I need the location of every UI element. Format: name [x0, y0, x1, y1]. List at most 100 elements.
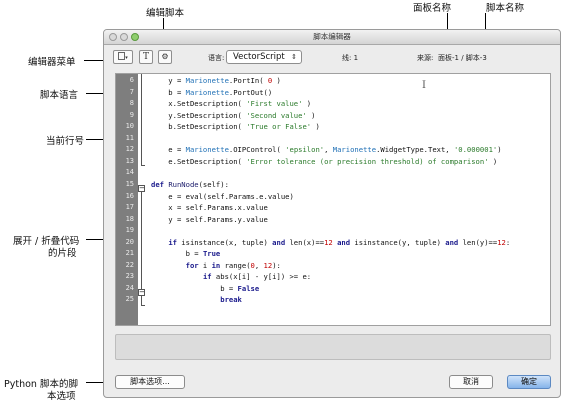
line-number: 10: [125, 122, 134, 131]
language-label: 语言:: [208, 54, 225, 62]
code-token: 12: [263, 260, 273, 270]
fold-line: [141, 192, 142, 290]
code-token: RunNode: [168, 179, 199, 189]
updown-arrows-icon: ⇕: [291, 53, 297, 61]
code-token: and: [337, 237, 351, 247]
line-number: 12: [125, 145, 134, 154]
callout-python-2: 本选项: [47, 391, 76, 402]
script-options-button[interactable]: 脚本选项...: [115, 375, 185, 389]
code-token: for: [185, 260, 199, 270]
code-token: ): [488, 156, 498, 166]
line-number: 9: [129, 110, 134, 119]
callout-script-language: 脚本语言: [40, 90, 79, 101]
code-token: ):: [272, 260, 281, 270]
code-token: .OIPControl(: [228, 145, 286, 155]
code-line[interactable]: for i in range(0, 12):: [151, 260, 281, 272]
code-token: Marionette: [185, 76, 229, 85]
code-token: ): [497, 145, 502, 155]
code-token: abs(x[i] - y[i]) >= e:: [211, 272, 312, 282]
code-token: 'epsilon': [285, 145, 325, 155]
line-number: 15: [125, 179, 134, 188]
code-token: y =: [151, 76, 186, 85]
code-token: '0.000001': [453, 145, 498, 155]
cancel-button[interactable]: 取消: [449, 375, 493, 389]
fold-toggle-icon[interactable]: −: [138, 185, 145, 192]
python-options-area: [115, 334, 551, 360]
fold-end-marker: [141, 165, 145, 166]
code-line[interactable]: y = self.Params.y.value: [151, 214, 268, 226]
code-line[interactable]: break: [151, 294, 242, 306]
code-line[interactable]: e = eval(self.Params.e.value): [151, 191, 294, 203]
code-token: 12: [324, 237, 333, 247]
title-bar[interactable]: 脚本编辑器: [104, 30, 560, 45]
line-number: 11: [125, 133, 134, 142]
code-token: x.SetDescription(: [151, 99, 247, 109]
code-token: ): [272, 76, 281, 85]
code-token: ,: [254, 260, 264, 270]
dropdown-arrow-icon: ▾: [125, 55, 128, 61]
code-token: 'First value': [246, 99, 303, 109]
code-editor[interactable]: − − 6 7 8 9 10 11 12 13 14 15 16 17 18 19 20 21 22 23 24 25…: [115, 73, 551, 326]
code-token: b =: [151, 87, 186, 97]
code-line[interactable]: e = Marionette.OIPControl( 'epsilon', Ma…: [151, 144, 502, 156]
fold-line: [141, 74, 142, 165]
code-token: e.SetDescription(: [151, 156, 247, 166]
code-line[interactable]: b = True: [151, 248, 221, 260]
text-style-button[interactable]: T: [139, 50, 153, 64]
code-line[interactable]: if abs(x[i] - y[i]) >= e:: [151, 271, 311, 283]
code-token: b =: [151, 249, 203, 259]
code-line[interactable]: b.SetDescription( 'True or False' ): [151, 121, 319, 133]
code-token: i: [198, 260, 212, 270]
code-line[interactable]: x.SetDescription( 'First value' ): [151, 98, 311, 110]
callout-palette-name: 面板名称: [413, 3, 452, 14]
code-token: y = self.Params.y.value: [151, 214, 268, 224]
line-number: 20: [125, 237, 134, 246]
callout-script-name: 脚本名称: [486, 3, 525, 14]
callout-current-line: 当前行号: [46, 136, 85, 147]
line-number: 7: [129, 87, 134, 96]
language-select[interactable]: VectorScript ⇕: [226, 50, 302, 64]
code-area[interactable]: y = Marionette.PortIn( 0 ) b = Marionett…: [151, 74, 550, 325]
line-number: 25: [125, 295, 134, 304]
line-number-readout: 线: 1: [342, 54, 359, 62]
code-token: Marionette: [185, 87, 229, 97]
callout-edit-script: 编辑脚本: [146, 8, 185, 19]
line-number: 21: [125, 249, 134, 258]
code-line[interactable]: e.SetDescription( 'Error tolerance (or p…: [151, 156, 497, 168]
ok-button[interactable]: 确定: [507, 375, 551, 389]
callout-editor-menu: 编辑器菜单: [28, 57, 76, 68]
language-value: VectorScript: [233, 52, 285, 62]
code-line[interactable]: x = self.Params.x.value: [151, 202, 268, 214]
code-line[interactable]: b = False: [151, 283, 259, 295]
code-token: break: [220, 295, 242, 305]
code-token: False: [237, 283, 260, 293]
fold-toggle-icon[interactable]: −: [138, 289, 145, 296]
code-line[interactable]: y = Marionette.PortIn( 0 ): [151, 75, 281, 87]
code-token: range(: [220, 260, 251, 270]
code-line[interactable]: if isinstance(x, tuple) and len(x)==12 a…: [151, 237, 510, 249]
code-line[interactable]: b = Marionette.PortOut(): [151, 87, 272, 99]
code-token: 'True or False': [246, 122, 312, 132]
code-line[interactable]: def RunNode(self):: [151, 179, 229, 191]
gear-icon: ⚙: [161, 52, 169, 61]
code-token: ,: [324, 145, 333, 155]
line-number: 16: [125, 191, 134, 200]
line-number: 6: [129, 76, 134, 84]
code-token: if: [202, 272, 212, 282]
code-line[interactable]: y.SetDescription( 'Second value' ): [151, 110, 315, 122]
code-token: and: [445, 237, 459, 247]
code-token: y.SetDescription(: [151, 110, 247, 120]
code-token: :: [505, 237, 511, 247]
code-token: len(x)==: [285, 237, 325, 247]
editor-menu-button[interactable]: ▾: [113, 50, 133, 64]
line-number: 17: [125, 203, 134, 212]
code-token: 'Second value': [246, 110, 307, 120]
gear-icon-button[interactable]: ⚙: [158, 50, 172, 64]
code-token: Marionette: [185, 145, 229, 155]
code-token: b.SetDescription(: [151, 122, 247, 132]
fold-end-marker: [141, 305, 145, 306]
line-number: 18: [125, 214, 134, 223]
